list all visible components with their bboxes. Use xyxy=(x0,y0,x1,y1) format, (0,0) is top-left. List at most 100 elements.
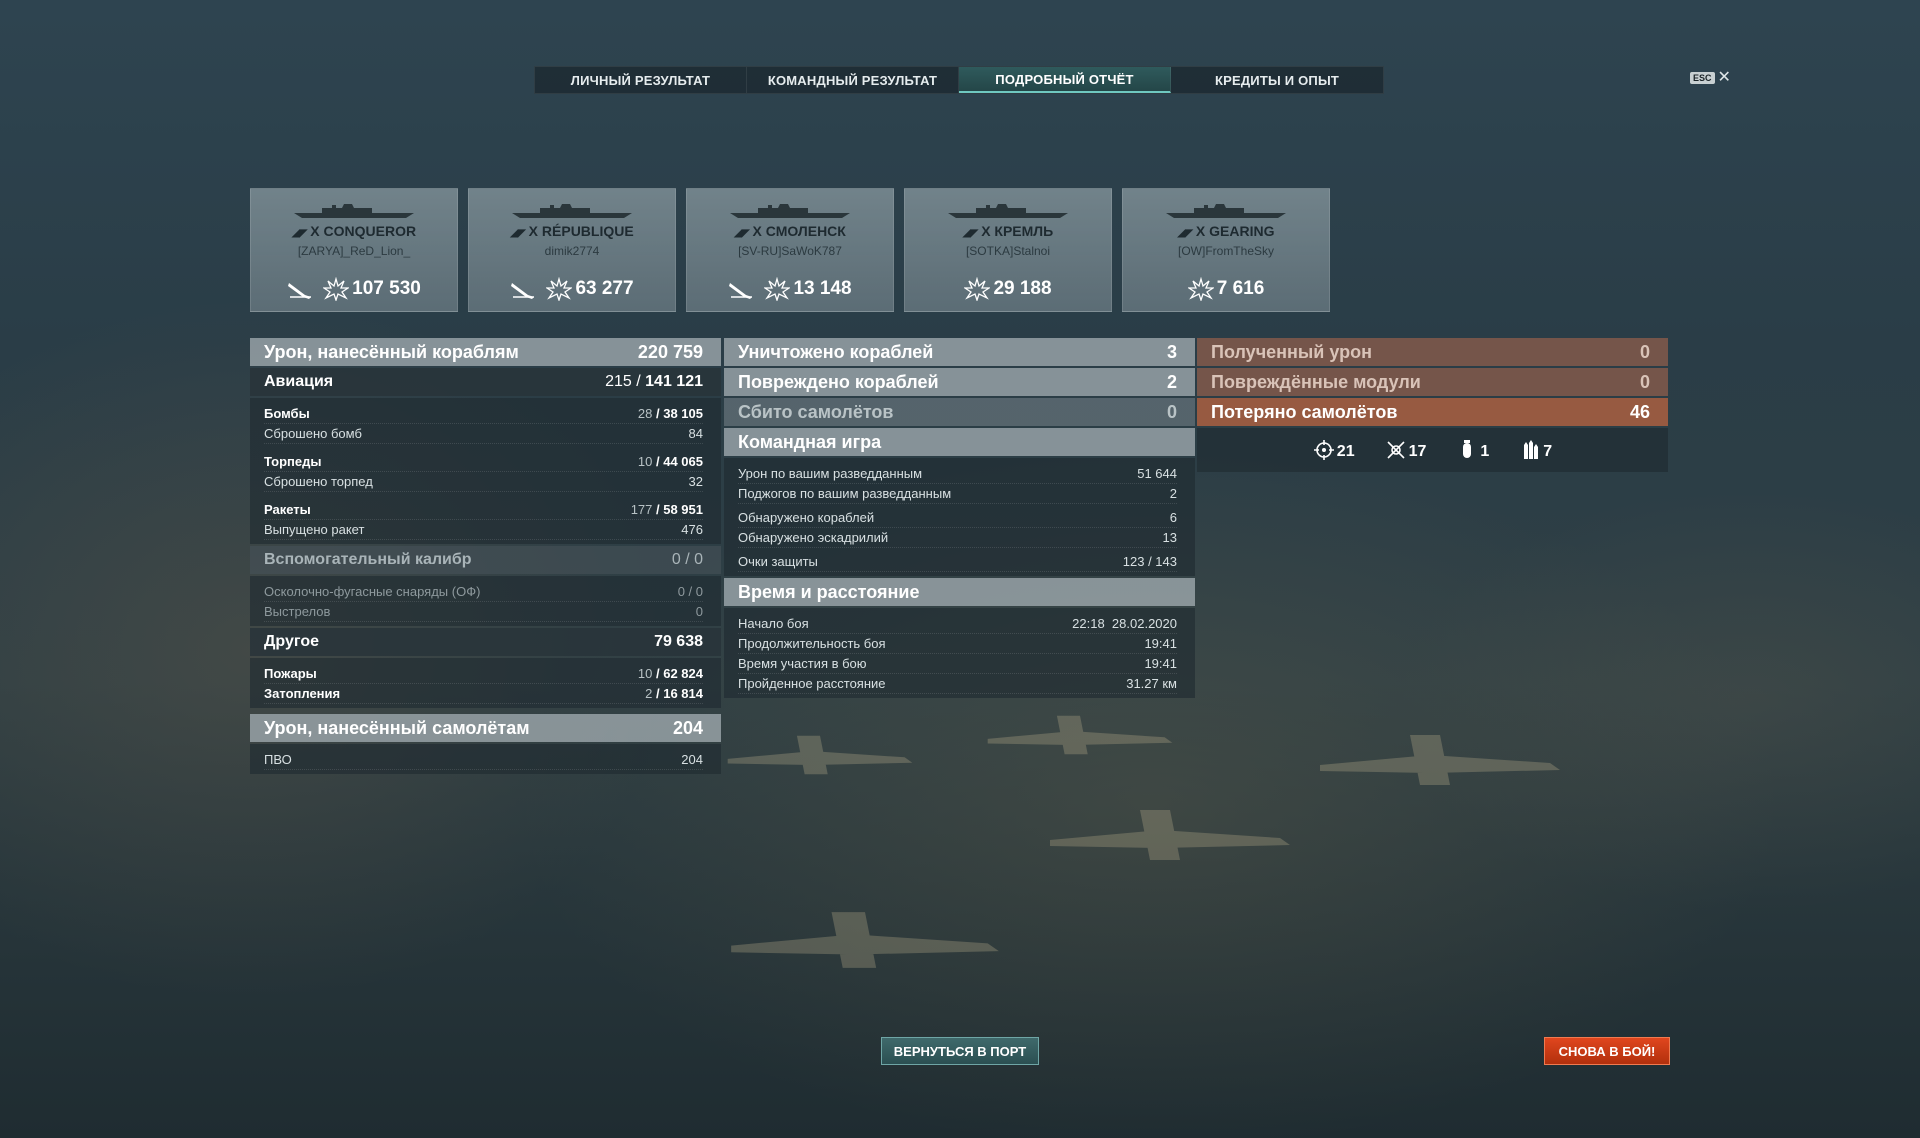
damage-value: 29 188 xyxy=(993,278,1052,299)
torpedoes-row: Торпеды 10 / 44 065 xyxy=(264,452,703,472)
damage-dealt: 63 277 xyxy=(545,276,634,303)
plane-damage-header: Урон, нанесённый самолётам 204 xyxy=(250,714,721,742)
plane-shot-icon xyxy=(1385,439,1407,461)
ribbon-hits: 21 xyxy=(1313,439,1355,461)
ship-name-text: RÉPUBLIQUE xyxy=(541,223,634,239)
fires-row: Пожары 10 / 62 824 xyxy=(264,664,703,684)
torpedoes-dropped-row: Сброшено торпед 32 xyxy=(264,472,703,492)
secondary-header: Вспомогательный калибр 0 / 0 xyxy=(250,546,721,574)
ship-name: ◢◤ X CONQUEROR xyxy=(251,223,457,239)
damage-value: 13 148 xyxy=(793,278,852,299)
ship-class-icon: ◢◤ xyxy=(1177,228,1193,239)
damage-icon xyxy=(963,276,992,303)
ship-name-text: КРЕМЛЬ xyxy=(994,223,1054,239)
ship-card[interactable]: ◢◤ X СМОЛЕНСК [SV-RU]SaWoK787 13 148 xyxy=(686,188,894,312)
card-stats: 7 616 xyxy=(1123,276,1329,303)
ship-tier: X xyxy=(310,223,320,239)
ship-name-text: CONQUEROR xyxy=(323,223,417,239)
damage-dealt: 29 188 xyxy=(963,276,1052,303)
results-tabs: ЛИЧНЫЙ РЕЗУЛЬТАТ КОМАНДНЫЙ РЕЗУЛЬТАТ ПОД… xyxy=(534,66,1384,94)
spot-damage-row: Урон по вашим разведданным 51 644 xyxy=(738,464,1177,484)
ship-card[interactable]: ◢◤ X GEARING [OW]FromTheSky 7 616 xyxy=(1122,188,1330,312)
background-plane xyxy=(980,700,1180,770)
sunk-ship-icon xyxy=(287,277,313,301)
ship-silhouette-icon xyxy=(1164,201,1288,219)
ship-name-text: GEARING xyxy=(1209,223,1275,239)
aa-row: ПВО 204 xyxy=(264,750,703,770)
ship-cards: ◢◤ X CONQUEROR [ZARYA]_ReD_Lion_ 107 530 ◢◤ X… xyxy=(250,188,1330,312)
team-play-details: Урон по вашим разведданным 51 644 Поджого… xyxy=(724,458,1195,576)
lost-planes-header: Потеряно самолётов 46 xyxy=(1197,398,1668,426)
close-button[interactable]: ESC ✕ xyxy=(1690,70,1731,86)
planes-shot-header: Сбито самолётов 0 xyxy=(724,398,1195,426)
he-shells-row: Осколочно-фугасные снаряды (ОФ) 0 / 0 xyxy=(264,582,703,602)
ship-class-icon: ◢◤ xyxy=(734,228,750,239)
bombs-dropped-row: Сброшено бомб 84 xyxy=(264,424,703,444)
battle-again-button[interactable]: СНОВА В БОЙ! xyxy=(1544,1037,1670,1065)
background-plane xyxy=(1310,725,1570,795)
damage-column: Урон, нанесённый кораблям 220 759 Авиация… xyxy=(250,338,721,776)
rockets-fired-row: Выпущено ракет 476 xyxy=(264,520,703,540)
team-play-header: Командная игра xyxy=(724,428,1195,456)
card-stats: 107 530 xyxy=(251,276,457,303)
ship-name: ◢◤ X СМОЛЕНСК xyxy=(687,223,893,239)
damaged-modules-header: Повреждённые модули 0 xyxy=(1197,368,1668,396)
player-name: [OW]FromTheSky xyxy=(1177,244,1274,258)
duration-row: Продолжительность боя 19:41 xyxy=(738,634,1177,654)
tab-personal-result[interactable]: ЛИЧНЫЙ РЕЗУЛЬТАТ xyxy=(535,67,747,93)
damage-icon xyxy=(322,276,351,303)
ship-card[interactable]: ◢◤ X CONQUEROR [ZARYA]_ReD_Lion_ 107 530 xyxy=(250,188,458,312)
time-distance-details: Начало боя 22:18 28.02.2020 Продолжительн… xyxy=(724,608,1195,698)
ship-card[interactable]: ◢◤ X КРЕМЛЬ [SOTKA]Stalnoi 29 188 xyxy=(904,188,1112,312)
ship-tier: X xyxy=(528,223,539,239)
aviation-details: Бомбы 28 / 38 105 Сброшено бомб 84 Торпеды… xyxy=(250,398,721,544)
player-name: [SOTKA]Stalnoi xyxy=(965,244,1051,258)
other-header: Другое 79 638 xyxy=(250,628,721,656)
tab-credits-xp[interactable]: КРЕДИТЫ И ОПЫТ xyxy=(1171,67,1383,93)
ship-damage-header: Урон, нанесённый кораблям 220 759 xyxy=(250,338,721,366)
card-stats: 13 148 xyxy=(687,276,893,303)
floods-row: Затопления 2 / 16 814 xyxy=(264,684,703,704)
damaged-header: Повреждено кораблей 2 xyxy=(724,368,1195,396)
bombs-row: Бомбы 28 / 38 105 xyxy=(264,404,703,424)
defense-row: Очки защиты 123 / 143 xyxy=(738,552,1177,572)
ship-class-icon: ◢◤ xyxy=(291,228,308,239)
ship-silhouette-icon xyxy=(728,201,852,219)
ship-class-icon: ◢◤ xyxy=(962,228,979,239)
ship-card[interactable]: ◢◤ X RÉPUBLIQUE dimik2774 63 277 xyxy=(468,188,676,312)
aa-details: ПВО 204 xyxy=(250,744,721,774)
damage-value: 107 530 xyxy=(352,278,421,299)
ship-name: ◢◤ X КРЕМЛЬ xyxy=(905,223,1111,239)
ribbon-rockets: 7 xyxy=(1519,439,1552,461)
ribbon-bombs: 1 xyxy=(1456,439,1489,461)
ship-name: ◢◤ X GEARING xyxy=(1123,223,1329,239)
time-distance-header: Время и расстояние xyxy=(724,578,1195,606)
tab-detailed-report[interactable]: ПОДРОБНЫЙ ОТЧЁТ xyxy=(959,67,1171,93)
player-name: [ZARYA]_ReD_Lion_ xyxy=(297,244,411,258)
card-stats: 63 277 xyxy=(469,276,675,303)
sunk-ship-icon xyxy=(510,277,536,301)
ship-silhouette-icon xyxy=(946,201,1070,219)
tab-team-result[interactable]: КОМАНДНЫЙ РЕЗУЛЬТАТ xyxy=(747,67,959,93)
start-row: Начало боя 22:18 28.02.2020 xyxy=(738,614,1177,634)
player-name: dimik2774 xyxy=(544,244,600,258)
damage-value: 63 277 xyxy=(575,278,634,299)
ship-tier: X xyxy=(752,223,762,239)
participation-row: Время участия в бою 19:41 xyxy=(738,654,1177,674)
background-plane xyxy=(720,720,920,790)
other-details: Пожары 10 / 62 824 Затопления 2 / 16 814 xyxy=(250,658,721,708)
damage-dealt: 7 616 xyxy=(1186,276,1264,303)
rockets-icon xyxy=(1519,439,1541,461)
rockets-row: Ракеты 177 / 58 951 xyxy=(264,500,703,520)
shots-row: Выстрелов 0 xyxy=(264,602,703,622)
ship-tier: X xyxy=(1195,223,1206,239)
esc-key-hint: ESC xyxy=(1690,72,1715,84)
sunk-ship-icon xyxy=(728,277,754,301)
ship-silhouette-icon xyxy=(292,201,416,219)
ship-name: ◢◤ X RÉPUBLIQUE xyxy=(469,223,675,239)
ribbons-row: 21 17 1 7 xyxy=(1197,428,1668,472)
aviation-header: Авиация 215 / 141 121 xyxy=(250,368,721,396)
damage-dealt: 107 530 xyxy=(322,276,421,303)
background-plane xyxy=(720,900,1010,980)
return-to-port-button[interactable]: ВЕРНУТЬСЯ В ПОРТ xyxy=(881,1037,1039,1065)
